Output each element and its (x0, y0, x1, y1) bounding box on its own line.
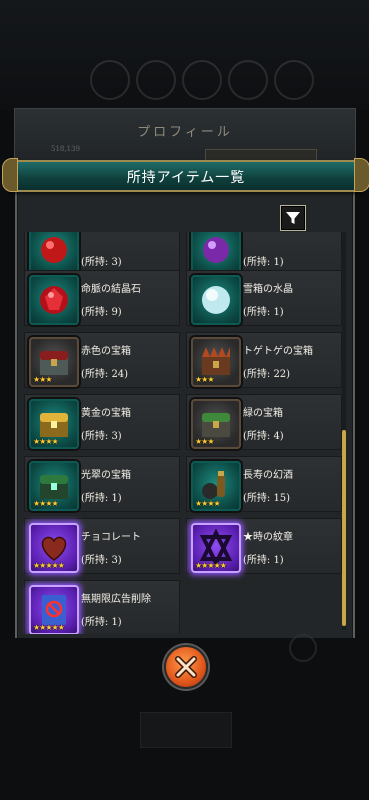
top-menu-icons (90, 60, 314, 100)
item-name: 命脈の結晶石 (81, 284, 141, 295)
background-button (140, 712, 232, 748)
rarity-stars: ★★★★★ (195, 561, 227, 570)
profile-title: プロフィール (137, 125, 233, 140)
item-name: ★時の紋章 (243, 532, 293, 543)
item-name: 無期限広告削除 (81, 594, 151, 605)
item-thumb (29, 275, 79, 325)
filter-button[interactable] (280, 205, 306, 231)
rarity-stars: ★★★★★ (33, 623, 65, 632)
item-count: (所持: 3) (81, 431, 122, 442)
item-card[interactable]: ★★★ 赤色の宝箱 (所持: 24) (24, 332, 180, 388)
red-orb-icon (41, 237, 67, 263)
item-name: 光翠の宝箱 (81, 470, 131, 481)
scrollbar-thumb[interactable] (342, 430, 346, 626)
close-button[interactable] (164, 645, 208, 689)
item-name: トゲトゲの宝箱 (243, 346, 313, 357)
item-card[interactable]: ★★★ トゲトゲの宝箱 (所持: 22) (186, 332, 342, 388)
modal-header: 所持アイテム一覧 (2, 158, 369, 192)
item-thumb: ★★★ (191, 399, 241, 449)
filter-icon (286, 212, 300, 224)
item-count: (所持: 1) (243, 307, 284, 318)
menu-icon-2 (136, 60, 176, 100)
item-thumb: ★★★★ (191, 461, 241, 511)
item-card[interactable]: 雪箱の水晶 (所持: 1) (186, 270, 342, 326)
item-name: 赤色の宝箱 (81, 346, 131, 357)
item-list[interactable]: (所持: 3) (所持: 1) 命脈の結晶石 (所持: 9) 雪箱の水晶 (所持… (20, 232, 342, 634)
item-card[interactable]: 命脈の結晶石 (所持: 9) (24, 270, 180, 326)
menu-icon-5 (274, 60, 314, 100)
item-count: (所持: 3) (81, 555, 122, 566)
item-thumb: ★★★ (191, 337, 241, 387)
rarity-stars: ★★★★★ (33, 561, 65, 570)
modal-title: 所持アイテム一覧 (126, 170, 246, 186)
item-count: (所持: 9) (81, 307, 122, 318)
rarity-stars: ★★★★ (33, 437, 59, 446)
item-count: (所持: 1) (243, 257, 284, 268)
close-icon (175, 656, 197, 678)
item-card[interactable]: ★★★★★ 無期限広告削除 (所持: 1) (24, 580, 180, 634)
item-thumb: ★★★★ (29, 399, 79, 449)
item-card[interactable]: ★★★★★ チョコレート (所持: 3) (24, 518, 180, 574)
item-thumb: ★★★★★ (191, 523, 241, 573)
snow-crystal-icon (202, 286, 230, 314)
item-card[interactable]: ★★★ 緑の宝箱 (所持: 4) (186, 394, 342, 450)
rarity-stars: ★★★★ (33, 499, 59, 508)
purple-orb-icon (203, 237, 229, 263)
item-thumb: ★★★★★ (29, 523, 79, 573)
item-card[interactable]: ★★★★ 光翠の宝箱 (所持: 1) (24, 456, 180, 512)
rarity-stars: ★★★★ (195, 499, 221, 508)
item-count: (所持: 22) (243, 369, 291, 380)
item-thumb: ★★★ (29, 337, 79, 387)
red-crystal-icon (40, 286, 68, 314)
item-thumb (191, 232, 241, 275)
item-count: (所持: 1) (81, 493, 122, 504)
item-count: (所持: 3) (81, 257, 122, 268)
item-card[interactable]: ★★★★ 黄金の宝箱 (所持: 3) (24, 394, 180, 450)
item-card[interactable]: ★★★★ 長寿の幻酒 (所持: 15) (186, 456, 342, 512)
item-count: (所持: 15) (243, 493, 291, 504)
item-name: 緑の宝箱 (243, 408, 283, 419)
menu-icon-4 (228, 60, 268, 100)
item-name: 黄金の宝箱 (81, 408, 131, 419)
menu-icon-3 (182, 60, 222, 100)
item-thumb: ★★★★★ (29, 585, 79, 634)
item-count: (所持: 1) (243, 555, 284, 566)
item-thumb: ★★★★ (29, 461, 79, 511)
item-name: 長寿の幻酒 (243, 470, 293, 481)
share-icon (289, 634, 317, 662)
item-count: (所持: 24) (81, 369, 129, 380)
rarity-stars: ★★★ (33, 375, 52, 384)
rarity-stars: ★★★ (195, 375, 214, 384)
item-card[interactable]: ★★★★★ ★時の紋章 (所持: 1) (186, 518, 342, 574)
profile-sub: 518,139 (51, 145, 80, 153)
rarity-stars: ★★★ (195, 437, 214, 446)
item-count: (所持: 1) (81, 617, 122, 628)
item-name: 雪箱の水晶 (243, 284, 293, 295)
menu-icon-1 (90, 60, 130, 100)
item-count: (所持: 4) (243, 431, 284, 442)
item-thumb (191, 275, 241, 325)
item-name: チョコレート (81, 532, 141, 543)
item-thumb (29, 232, 79, 275)
